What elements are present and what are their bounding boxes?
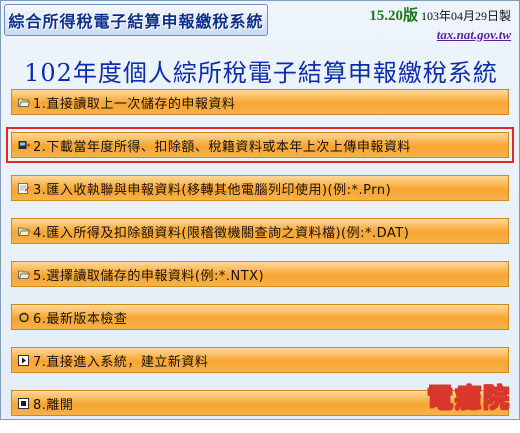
refresh-icon (19, 312, 29, 322)
build-date: 103年04月29日製 (420, 9, 511, 23)
folder-open-icon (18, 98, 30, 107)
menu-item-download-data[interactable]: 2.下載當年度所得、扣除額、稅籍資料或本年上次上傳申報資料 (6, 127, 514, 163)
download-icon (18, 140, 30, 149)
menu-item-label: 1.直接讀取上一次儲存的申報資料 (33, 96, 236, 112)
enter-icon (18, 354, 29, 366)
folder-open-icon (18, 227, 30, 236)
website-link[interactable]: tax.nat.gov.tw (351, 27, 511, 43)
menu-item-label: 7.直接進入系統，建立新資料 (33, 354, 209, 370)
exit-icon (18, 397, 29, 409)
app-title: 綜合所得稅電子結算申報繳稅系統 (8, 12, 264, 31)
folder-open-icon (18, 270, 30, 279)
version-number: 15.20版 (369, 8, 418, 24)
menu-item-import-income-data[interactable]: 4.匯入所得及扣除額資料(限稽徵機關查詢之資料檔)(例:*.DAT) (11, 218, 509, 244)
menu-item-label: 5.選擇讀取儲存的申報資料(例:*.NTX) (33, 268, 265, 284)
menu-item-label: 6.最新版本檢查 (33, 311, 128, 327)
import-icon (18, 182, 30, 194)
menu-item-select-saved-file[interactable]: 5.選擇讀取儲存的申報資料(例:*.NTX) (11, 261, 509, 287)
app-window: 綜合所得稅電子結算申報繳稅系統 15.20版 103年04月29日製 tax.n… (0, 0, 520, 420)
page-title: 102年度個人綜所稅電子結算申報繳稅系統 (24, 59, 498, 87)
menu-item-label: 3.匯入收執聯與申報資料(移轉其他電腦列印使用)(例:*.Prn) (33, 182, 392, 198)
menu-item-label: 8.離開 (33, 397, 74, 413)
app-title-bar: 綜合所得稅電子結算申報繳稅系統 (4, 4, 268, 36)
menu-item-read-last-saved[interactable]: 1.直接讀取上一次儲存的申報資料 (11, 89, 509, 115)
menu-item-label: 4.匯入所得及扣除額資料(限稽徵機關查詢之資料檔)(例:*.DAT) (33, 225, 410, 241)
menu-item-check-version[interactable]: 6.最新版本檢查 (11, 304, 509, 330)
menu-item-label: 2.下載當年度所得、扣除額、稅籍資料或本年上次上傳申報資料 (33, 139, 411, 155)
menu-item-create-new[interactable]: 7.直接進入系統，建立新資料 (11, 347, 509, 373)
menu-item-import-receipt[interactable]: 3.匯入收執聯與申報資料(移轉其他電腦列印使用)(例:*.Prn) (11, 175, 509, 201)
watermark-logo: 電癮院 (426, 384, 511, 415)
version-info: 15.20版 103年04月29日製 tax.nat.gov.tw (351, 4, 511, 42)
